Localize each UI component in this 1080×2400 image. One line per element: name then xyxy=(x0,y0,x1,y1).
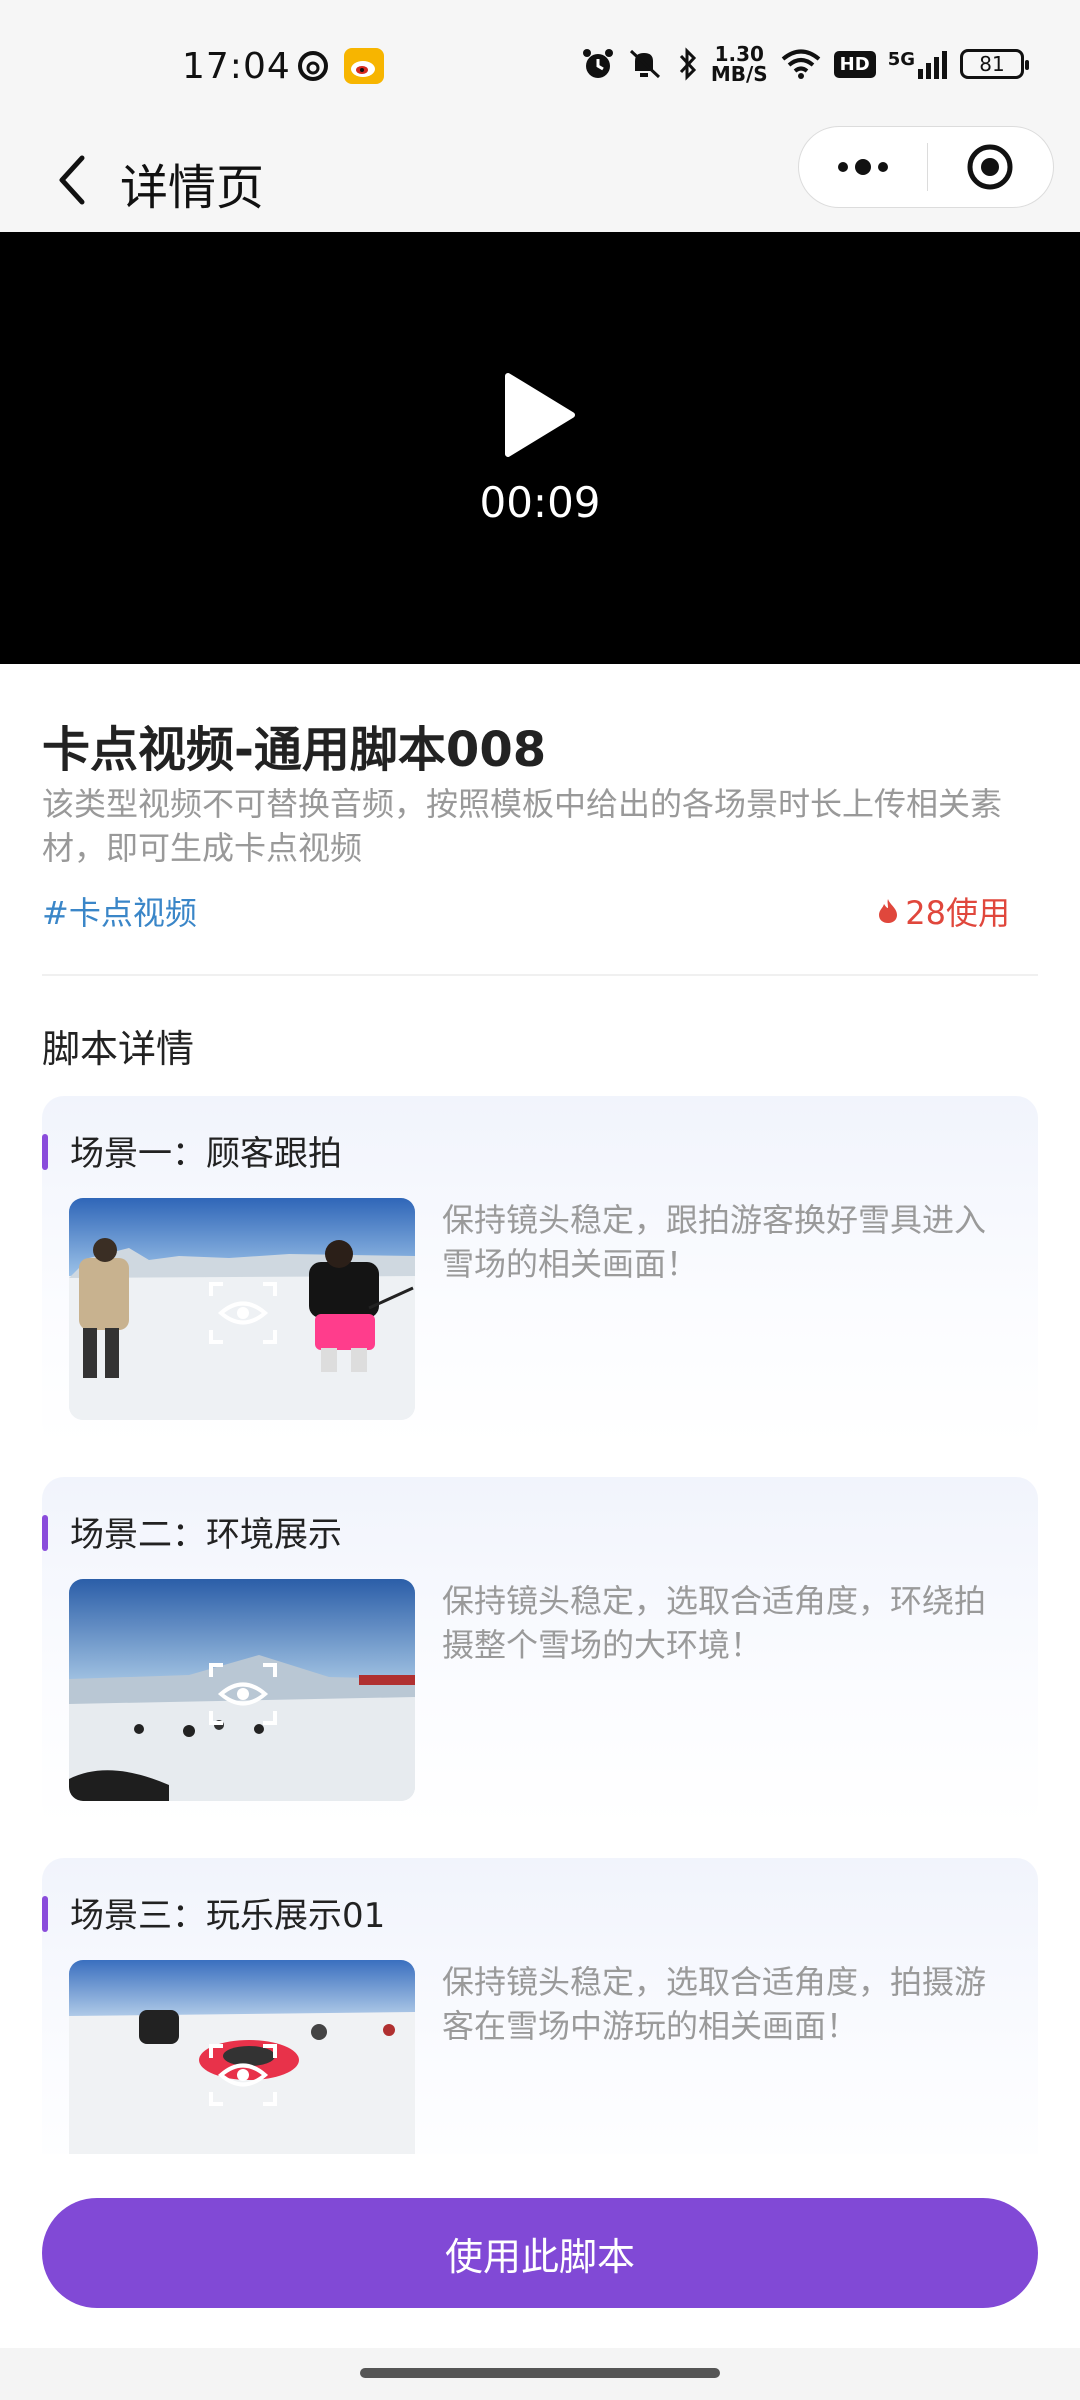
weibo-icon xyxy=(344,48,384,84)
scene-thumbnail[interactable] xyxy=(69,1960,415,2182)
preview-eye-icon[interactable] xyxy=(207,2042,279,2108)
usage-count: 28使用 xyxy=(877,888,1010,934)
preview-eye-icon[interactable] xyxy=(207,1661,279,1727)
scene-thumbnail[interactable] xyxy=(69,1579,415,1801)
signal-label: 5G xyxy=(887,49,915,70)
template-title: 卡点视频-通用脚本008 xyxy=(42,722,547,778)
back-button[interactable] xyxy=(36,144,108,216)
more-dots-icon xyxy=(837,159,888,175)
scene-thumbnail[interactable] xyxy=(69,1198,415,1420)
network-speed-unit: MB/S xyxy=(710,62,768,86)
alarm-icon xyxy=(582,49,613,78)
network-speed: 1.30 MB/S xyxy=(711,44,768,84)
play-icon[interactable] xyxy=(502,370,578,460)
miniprogram-capsule xyxy=(798,126,1054,208)
scene-card: 场景二：环境展示 保持镜头稳定，选取合适角度，环绕拍摄整个雪场的大环境！ xyxy=(42,1477,1038,1827)
status-bar: 17:04 1.30 MB/S HD 5G 81 xyxy=(0,0,1080,130)
nav-bar: 详情页 xyxy=(0,126,1080,232)
scene-description: 保持镜头稳定，选取合适角度，环绕拍摄整个雪场的大环境！ xyxy=(442,1582,987,1664)
target-close-icon xyxy=(967,144,1013,190)
use-script-button[interactable]: 使用此脚本 xyxy=(42,2198,1038,2308)
more-button[interactable] xyxy=(799,127,927,207)
page-title: 详情页 xyxy=(120,160,265,216)
scene-title: 场景一：顾客跟拍 xyxy=(70,1134,342,1174)
signal-bars-icon xyxy=(918,51,947,79)
scene-title: 场景二：环境展示 xyxy=(70,1515,342,1555)
template-description: 该类型视频不可替换音频，按照模板中给出的各场景时长上传相关素材，即可生成卡点视频 xyxy=(42,785,1003,867)
close-miniprogram-button[interactable] xyxy=(928,127,1054,207)
usage-count-text: 28使用 xyxy=(905,894,1010,932)
scene-description: 保持镜头稳定，选取合适角度，拍摄游客在雪场中游玩的相关画面！ xyxy=(442,1963,987,2045)
scene-accent-bar xyxy=(42,1515,48,1551)
battery-indicator: 81 xyxy=(960,49,1029,79)
status-system-icons: 1.30 MB/S HD 5G 81 xyxy=(581,44,1029,84)
preview-eye-icon[interactable] xyxy=(207,1280,279,1346)
network-speed-value: 1.30 xyxy=(714,42,764,66)
template-tag[interactable]: #卡点视频 xyxy=(42,888,197,934)
battery-level: 81 xyxy=(979,52,1005,76)
section-title: 脚本详情 xyxy=(42,1027,195,1071)
fire-icon xyxy=(879,899,898,923)
scene-description: 保持镜头稳定，跟拍游客换好雪具进入雪场的相关画面！ xyxy=(442,1201,987,1283)
status-time: 17:04 xyxy=(182,46,291,87)
home-indicator[interactable] xyxy=(360,2368,720,2378)
bluetooth-icon xyxy=(679,47,696,81)
netease-music-icon xyxy=(298,51,328,81)
chevron-left-icon xyxy=(59,155,85,205)
cellular-signal: 5G xyxy=(888,49,948,79)
video-duration: 00:09 xyxy=(479,478,601,527)
section-divider xyxy=(42,974,1038,976)
scene-accent-bar xyxy=(42,1134,48,1170)
wifi-icon xyxy=(781,49,820,79)
status-app-icons xyxy=(296,48,384,84)
hd-badge: HD xyxy=(833,50,876,78)
scene-card: 场景一：顾客跟拍 保持镜头稳定，跟拍游客换好雪具进入雪场的相关画面！ xyxy=(42,1096,1038,1446)
scene-accent-bar xyxy=(42,1896,48,1932)
silent-icon xyxy=(629,49,660,79)
scene-title: 场景三：玩乐展示01 xyxy=(70,1896,386,1936)
